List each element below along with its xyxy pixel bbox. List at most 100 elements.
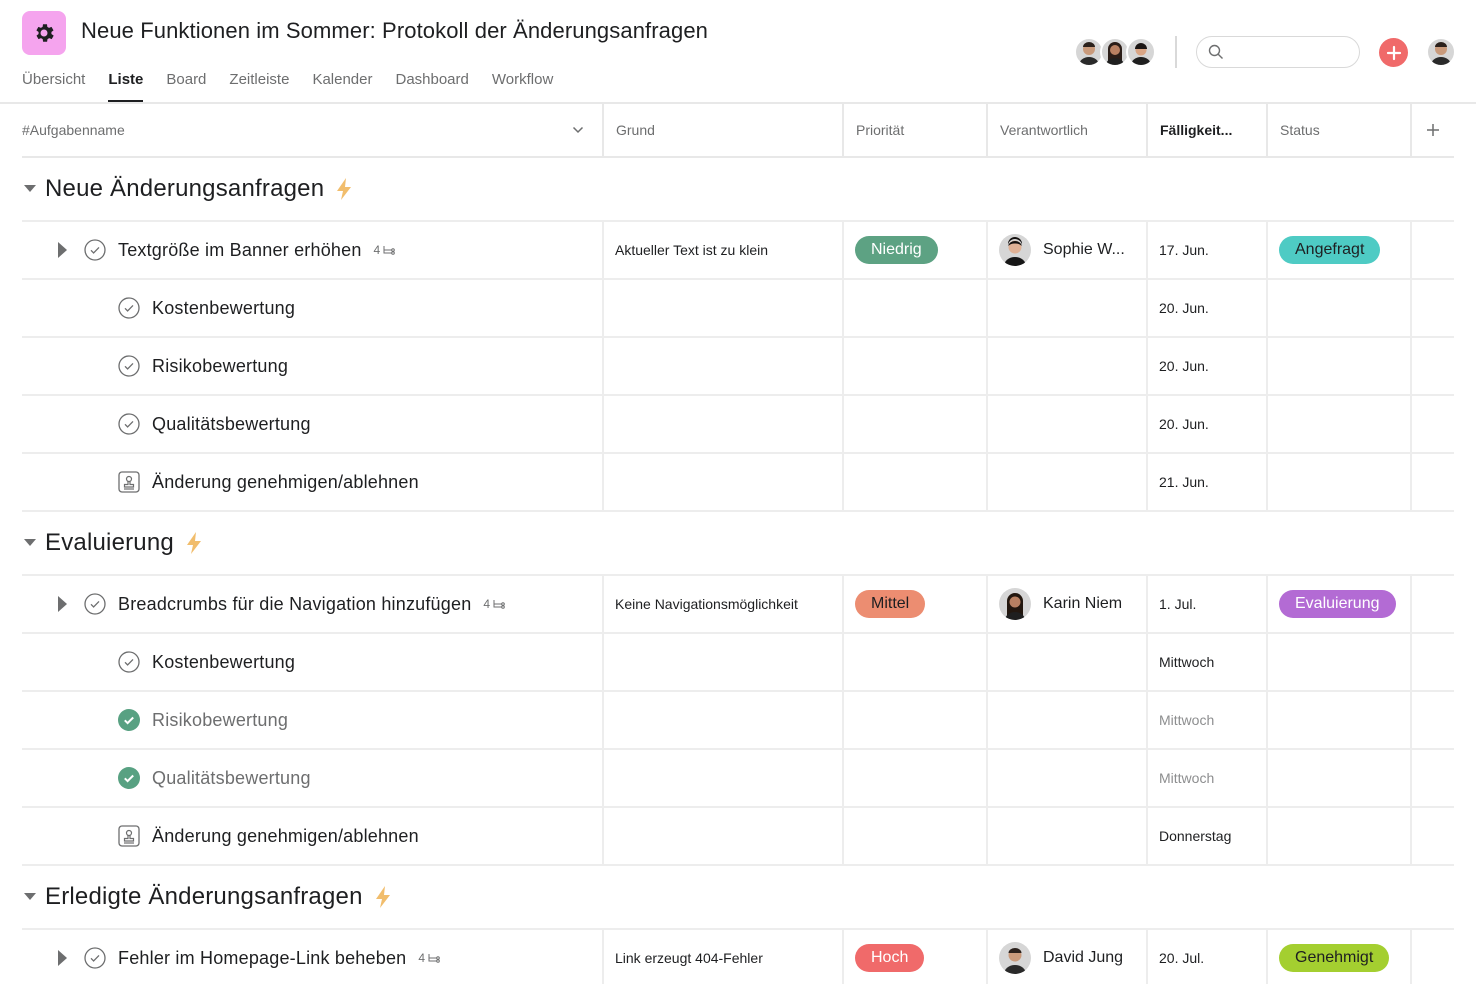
- column-header-grund[interactable]: Grund: [604, 104, 844, 156]
- grund-cell[interactable]: [604, 808, 844, 864]
- tab-uebersicht[interactable]: Übersicht: [22, 62, 85, 102]
- check-circle-icon[interactable]: [118, 651, 140, 673]
- grund-cell[interactable]: [604, 750, 844, 806]
- tab-board[interactable]: Board: [166, 62, 206, 102]
- grund-cell[interactable]: [604, 454, 844, 510]
- grund-cell[interactable]: Aktueller Text ist zu klein: [604, 222, 844, 278]
- priority-cell[interactable]: [844, 338, 988, 394]
- expand-subtasks-icon[interactable]: [56, 596, 68, 612]
- caret-down-icon[interactable]: [24, 893, 36, 901]
- check-circle-icon[interactable]: [84, 947, 106, 969]
- priority-cell[interactable]: Niedrig: [844, 222, 988, 278]
- subtask-row[interactable]: Änderung genehmigen/ablehnen 21. Jun.: [22, 454, 1454, 512]
- check-circle-icon[interactable]: [118, 355, 140, 377]
- status-cell[interactable]: [1268, 396, 1412, 452]
- assignee-cell[interactable]: [988, 338, 1148, 394]
- assignee-cell[interactable]: [988, 280, 1148, 336]
- due-date-cell[interactable]: 17. Jun.: [1148, 222, 1268, 278]
- task-name[interactable]: Fehler im Homepage-Link beheben: [118, 948, 406, 969]
- task-name[interactable]: Änderung genehmigen/ablehnen: [152, 826, 419, 847]
- caret-down-icon[interactable]: [24, 185, 36, 193]
- subtask-row[interactable]: Risikobewertung Mittwoch: [22, 692, 1454, 750]
- task-name[interactable]: Kostenbewertung: [152, 298, 295, 319]
- completed-check-icon[interactable]: [118, 709, 140, 731]
- due-date-cell[interactable]: 20. Jun.: [1148, 280, 1268, 336]
- tab-dashboard[interactable]: Dashboard: [395, 62, 468, 102]
- task-name[interactable]: Änderung genehmigen/ablehnen: [152, 472, 419, 493]
- grund-cell[interactable]: [604, 396, 844, 452]
- assignee-cell[interactable]: [988, 396, 1148, 452]
- subtask-count[interactable]: 4: [418, 951, 440, 965]
- task-name[interactable]: Risikobewertung: [152, 356, 288, 377]
- status-cell[interactable]: [1268, 454, 1412, 510]
- task-row[interactable]: Breadcrumbs für die Navigation hinzufüge…: [22, 576, 1454, 634]
- subtask-row[interactable]: Änderung genehmigen/ablehnen Donnerstag: [22, 808, 1454, 866]
- assignee-cell[interactable]: [988, 808, 1148, 864]
- column-header-name[interactable]: #Aufgabenname: [22, 104, 604, 156]
- project-icon[interactable]: [22, 11, 66, 55]
- approval-stamp-icon[interactable]: [118, 825, 140, 847]
- priority-cell[interactable]: Mittel: [844, 576, 988, 632]
- check-circle-icon[interactable]: [118, 413, 140, 435]
- subtask-row[interactable]: Kostenbewertung Mittwoch: [22, 634, 1454, 692]
- caret-down-icon[interactable]: [24, 539, 36, 547]
- search-box[interactable]: [1196, 36, 1360, 68]
- task-name[interactable]: Kostenbewertung: [152, 652, 295, 673]
- column-header-faelligkeit[interactable]: Fälligkeit...: [1148, 104, 1268, 156]
- subtask-row[interactable]: Kostenbewertung 20. Jun.: [22, 280, 1454, 338]
- task-name[interactable]: Qualitätsbewertung: [152, 768, 311, 789]
- tab-kalender[interactable]: Kalender: [312, 62, 372, 102]
- task-name[interactable]: Qualitätsbewertung: [152, 414, 311, 435]
- due-date-cell[interactable]: Mittwoch: [1148, 750, 1268, 806]
- approval-stamp-icon[interactable]: [118, 471, 140, 493]
- grund-cell[interactable]: Link erzeugt 404-Fehler: [604, 930, 844, 984]
- assignee-cell[interactable]: [988, 454, 1148, 510]
- member-avatar[interactable]: [1126, 37, 1156, 67]
- tab-zeitleiste[interactable]: Zeitleiste: [229, 62, 289, 102]
- task-name[interactable]: Breadcrumbs für die Navigation hinzufüge…: [118, 594, 471, 615]
- status-cell[interactable]: [1268, 634, 1412, 690]
- project-members[interactable]: [1074, 37, 1156, 67]
- status-cell[interactable]: [1268, 808, 1412, 864]
- due-date-cell[interactable]: 1. Jul.: [1148, 576, 1268, 632]
- due-date-cell[interactable]: Donnerstag: [1148, 808, 1268, 864]
- priority-cell[interactable]: Hoch: [844, 930, 988, 984]
- priority-cell[interactable]: [844, 692, 988, 748]
- assignee-cell[interactable]: [988, 750, 1148, 806]
- due-date-cell[interactable]: 20. Jun.: [1148, 338, 1268, 394]
- task-name[interactable]: Textgröße im Banner erhöhen: [118, 240, 362, 261]
- column-header-status[interactable]: Status: [1268, 104, 1412, 156]
- priority-cell[interactable]: [844, 396, 988, 452]
- priority-cell[interactable]: [844, 808, 988, 864]
- section-title[interactable]: Erledigte Änderungsanfragen: [45, 883, 363, 911]
- due-date-cell[interactable]: 21. Jun.: [1148, 454, 1268, 510]
- priority-cell[interactable]: [844, 454, 988, 510]
- user-avatar[interactable]: [1426, 37, 1456, 67]
- assignee-cell[interactable]: David Jung: [988, 930, 1148, 984]
- search-input[interactable]: [1230, 44, 1350, 60]
- priority-cell[interactable]: [844, 750, 988, 806]
- status-cell[interactable]: [1268, 280, 1412, 336]
- due-date-cell[interactable]: Mittwoch: [1148, 692, 1268, 748]
- status-cell[interactable]: [1268, 692, 1412, 748]
- check-circle-icon[interactable]: [84, 593, 106, 615]
- status-cell[interactable]: Genehmigt: [1268, 930, 1412, 984]
- due-date-cell[interactable]: 20. Jun.: [1148, 396, 1268, 452]
- assignee-cell[interactable]: [988, 634, 1148, 690]
- grund-cell[interactable]: [604, 692, 844, 748]
- tab-liste[interactable]: Liste: [108, 62, 144, 102]
- section-title[interactable]: Neue Änderungsanfragen: [45, 175, 324, 203]
- column-header-prioritaet[interactable]: Priorität: [844, 104, 988, 156]
- subtask-count[interactable]: 4: [483, 597, 505, 611]
- check-circle-icon[interactable]: [118, 297, 140, 319]
- status-cell[interactable]: [1268, 750, 1412, 806]
- subtask-count[interactable]: 4: [374, 243, 396, 257]
- tab-workflow[interactable]: Workflow: [492, 62, 553, 102]
- completed-check-icon[interactable]: [118, 767, 140, 789]
- subtask-row[interactable]: Qualitätsbewertung Mittwoch: [22, 750, 1454, 808]
- chevron-down-icon[interactable]: [572, 126, 584, 134]
- due-date-cell[interactable]: Mittwoch: [1148, 634, 1268, 690]
- expand-subtasks-icon[interactable]: [56, 242, 68, 258]
- due-date-cell[interactable]: 20. Jul.: [1148, 930, 1268, 984]
- status-cell[interactable]: [1268, 338, 1412, 394]
